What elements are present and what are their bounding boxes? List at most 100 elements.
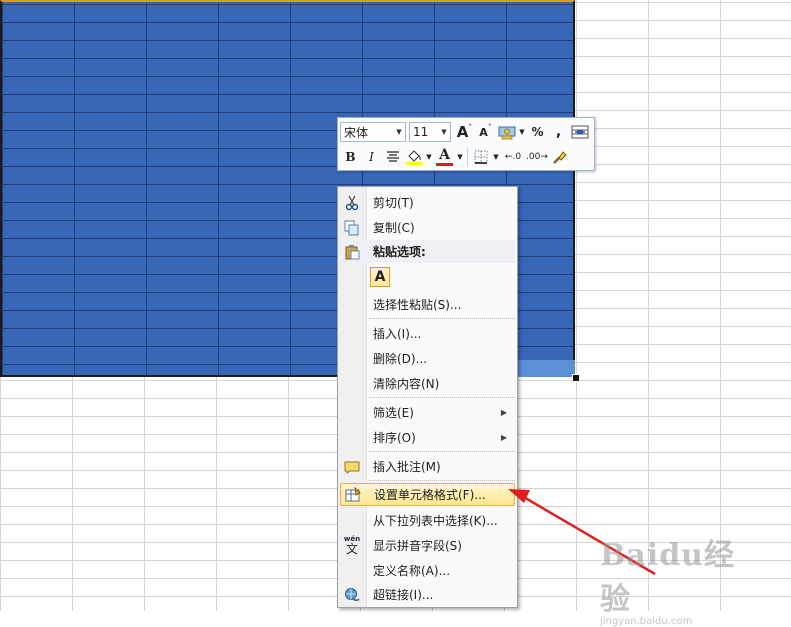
menu-item-label: 排序(O) — [373, 431, 416, 445]
font-color-button[interactable]: A — [434, 147, 455, 167]
menu-item-paste-special[interactable]: 选择性粘贴(S)... — [340, 293, 515, 316]
font-name-combo[interactable]: 宋体 ▼ — [340, 122, 406, 142]
menu-item-delete[interactable]: 删除(D)... — [340, 347, 515, 370]
mini-toolbar-row-2: B I ▼ A ▼ ▼ ←.0 .00→ — [340, 145, 570, 169]
menu-item-define-name[interactable]: 定义名称(A)... — [340, 559, 515, 582]
chevron-down-icon[interactable]: ▼ — [455, 147, 465, 167]
chevron-down-icon[interactable]: ▼ — [424, 147, 434, 167]
increase-decimal-button[interactable]: ←.0 — [501, 147, 525, 167]
menu-item-insert[interactable]: 插入(I)... — [340, 322, 515, 345]
percent-label: % — [531, 125, 544, 139]
empty-icon-slot — [340, 349, 364, 369]
menu-item-label: 超链接(I)... — [373, 588, 434, 602]
menu-separator — [369, 451, 515, 452]
shrink-font-button[interactable]: A ˅ — [475, 122, 496, 142]
chevron-down-icon[interactable]: ▼ — [393, 128, 405, 136]
submenu-arrow-icon: ▶ — [500, 433, 507, 442]
watermark-url: jingyan.baidu.com — [600, 616, 693, 627]
menu-separator — [369, 397, 515, 398]
borders-button[interactable] — [470, 147, 491, 167]
menu-separator — [369, 480, 515, 481]
format-painter-button[interactable] — [549, 147, 570, 167]
currency-icon — [498, 126, 515, 140]
comment-icon — [340, 457, 364, 477]
font-color-letter: A — [439, 147, 450, 163]
menu-item-label: 复制(C) — [373, 221, 415, 235]
menu-item-label: 插入批注(M) — [373, 460, 441, 474]
format-painter-icon — [552, 151, 567, 164]
menu-item-label: 剪切(T) — [373, 196, 414, 210]
menu-item-label: 粘贴选项: — [373, 245, 426, 259]
menu-header-paste-options: 粘贴选项: — [340, 240, 515, 263]
comma-style-button[interactable]: , — [548, 122, 569, 142]
menu-item-show-phonetic[interactable]: wén 文 显示拼音字段(S) — [340, 534, 515, 557]
menu-item-filter[interactable]: 筛选(E) ▶ — [340, 401, 515, 424]
menu-item-label: 从下拉列表中选择(K)... — [373, 514, 498, 528]
bold-button[interactable]: B — [340, 147, 361, 167]
menu-item-format-cells[interactable]: 设置单元格格式(F)... — [340, 483, 515, 506]
bold-label: B — [345, 150, 356, 164]
empty-icon-slot — [340, 324, 364, 344]
grow-font-button[interactable]: A ˄ — [454, 122, 475, 142]
italic-button[interactable]: I — [361, 147, 382, 167]
fill-handle[interactable] — [572, 374, 580, 382]
empty-icon-slot — [340, 561, 364, 581]
percent-button[interactable]: % — [527, 122, 548, 142]
chevron-down-icon[interactable]: ▼ — [491, 147, 501, 167]
menu-item-clear-contents[interactable]: 清除内容(N) — [340, 372, 515, 395]
clipboard-icon — [340, 242, 364, 262]
menu-separator — [369, 318, 515, 319]
menu-item-hyperlink[interactable]: 超链接(I)... — [340, 583, 515, 606]
toolbar-separator — [467, 148, 468, 166]
menu-item-label: 清除内容(N) — [373, 377, 440, 391]
decrease-decimal-button[interactable]: .00→ — [525, 147, 549, 167]
menu-item-label: 显示拼音字段(S) — [373, 539, 462, 553]
menu-item-copy[interactable]: 复制(C) — [340, 216, 515, 239]
mini-toolbar-row-1: 宋体 ▼ 11 ▼ A ˄ A ˅ ▼ % , — [340, 120, 590, 144]
borders-icon — [474, 150, 487, 164]
menu-item-sort[interactable]: 排序(O) ▶ — [340, 426, 515, 449]
context-menu: 剪切(T) 复制(C) 粘贴选项: A 选择性粘贴(S)... 插入(I)...… — [337, 186, 518, 608]
menu-item-label: 设置单元格格式(F)... — [374, 488, 486, 502]
empty-icon-slot — [340, 511, 364, 531]
paint-bucket-icon — [405, 150, 422, 165]
menu-item-insert-comment[interactable]: 插入批注(M) — [340, 455, 515, 478]
menu-item-pick-from-list[interactable]: 从下拉列表中选择(K)... — [340, 509, 515, 532]
menu-item-label: 插入(I)... — [373, 327, 422, 341]
menu-item-label: 删除(D)... — [373, 352, 428, 366]
submenu-arrow-icon: ▶ — [500, 408, 507, 417]
increase-decimal-label: ←.0 — [504, 152, 522, 162]
mini-toolbar: 宋体 ▼ 11 ▼ A ˄ A ˅ ▼ % , B I ▼ A ▼ ▼ ←.0 … — [337, 117, 595, 171]
menu-item-label: 筛选(E) — [373, 406, 414, 420]
paste-option-keep-text-button[interactable]: A — [370, 267, 390, 287]
empty-icon-slot — [340, 295, 364, 315]
phonetic-icon: wén 文 — [343, 535, 361, 556]
font-size-combo[interactable]: 11 ▼ — [409, 122, 451, 142]
font-color-swatch — [436, 163, 453, 166]
shrink-font-label: A — [479, 125, 488, 139]
italic-label: I — [369, 150, 374, 164]
scissors-icon — [340, 193, 364, 213]
fill-color-button[interactable] — [403, 147, 424, 167]
grow-font-label: A — [456, 123, 469, 141]
chevron-down-icon[interactable]: ▼ — [438, 128, 450, 136]
decrease-decimal-label: .00→ — [526, 152, 548, 162]
copy-icon — [340, 218, 364, 238]
comma-label: , — [555, 124, 562, 140]
empty-icon-slot — [340, 403, 364, 423]
merge-cells-icon — [571, 125, 588, 139]
menu-item-label: 选择性粘贴(S)... — [373, 298, 462, 312]
empty-icon-slot — [340, 428, 364, 448]
empty-icon-slot — [340, 374, 364, 394]
menu-item-cut[interactable]: 剪切(T) — [340, 191, 515, 214]
format-cells-icon — [341, 485, 365, 505]
watermark-brand: Baidu经验 — [600, 538, 735, 617]
chevron-down-icon[interactable]: ▼ — [517, 122, 527, 142]
hyperlink-globe-icon — [340, 585, 364, 605]
paste-option-label: A — [374, 269, 386, 285]
currency-format-button[interactable] — [496, 122, 517, 142]
align-center-icon — [386, 151, 399, 162]
merge-center-button[interactable] — [569, 122, 590, 142]
center-align-button[interactable] — [382, 147, 403, 167]
font-name-value: 宋体 — [344, 125, 369, 140]
